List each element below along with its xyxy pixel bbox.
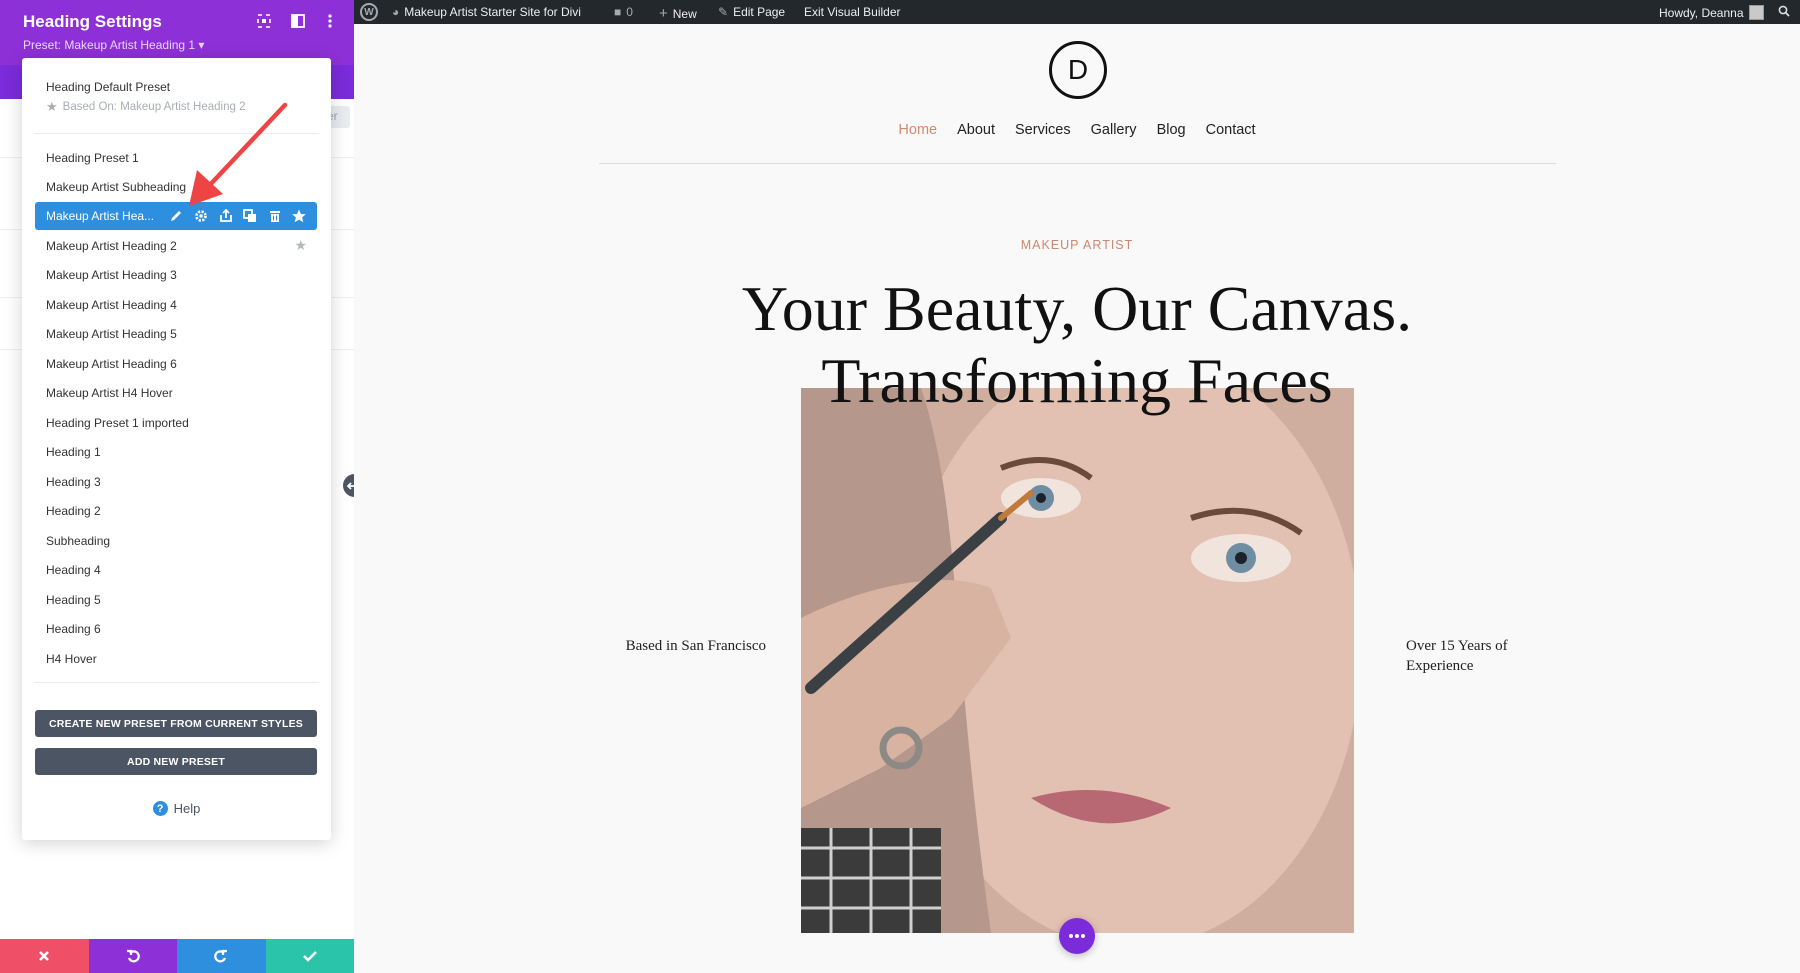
- preset-item[interactable]: Makeup Artist H4 Hover: [46, 386, 173, 400]
- undo-button[interactable]: [88, 939, 177, 973]
- export-icon[interactable]: [218, 208, 234, 224]
- preset-item[interactable]: Makeup Artist Heading 3: [46, 268, 177, 282]
- help-link[interactable]: ? Help: [22, 801, 331, 816]
- divider: [34, 133, 319, 134]
- help-icon: ?: [152, 801, 168, 816]
- location-text: Based in San Francisco: [625, 638, 766, 654]
- nav-link-gallery[interactable]: Gallery: [1091, 122, 1137, 138]
- main-nav: Home About Services Gallery Blog Contact: [354, 122, 1800, 138]
- check-icon: [302, 951, 317, 962]
- undo-icon: [126, 949, 140, 963]
- preset-item[interactable]: Heading 6: [46, 622, 101, 636]
- pencil-icon: ✎: [718, 5, 729, 19]
- preset-item[interactable]: Heading 2: [46, 504, 101, 518]
- nav-link-blog[interactable]: Blog: [1157, 122, 1186, 138]
- preset-item[interactable]: Heading 5: [46, 593, 101, 607]
- preset-dropdown: Heading Default Preset ★ Based On: Makeu…: [22, 58, 331, 840]
- new-link[interactable]: + New: [659, 5, 697, 22]
- plus-icon: +: [659, 5, 668, 22]
- active-preset-item[interactable]: Makeup Artist Hea...: [35, 202, 317, 230]
- page-preview: D Home About Services Gallery Blog Conta…: [354, 24, 1800, 973]
- site-logo[interactable]: D: [1049, 41, 1107, 99]
- preset-item[interactable]: Subheading: [46, 534, 110, 548]
- settings-gear-icon[interactable]: [193, 208, 209, 224]
- heading-settings-panel: Heading Settings Preset: Makeup Artist H…: [0, 0, 354, 973]
- add-new-preset-button[interactable]: ADD NEW PRESET: [35, 748, 317, 775]
- section-options-button[interactable]: [1059, 918, 1095, 954]
- trash-icon[interactable]: [267, 208, 283, 224]
- preset-selector[interactable]: Preset: Makeup Artist Heading 1 ▾: [23, 38, 204, 52]
- search-button[interactable]: [1778, 5, 1790, 17]
- layout-icon[interactable]: [290, 13, 308, 31]
- nav-link-home[interactable]: Home: [898, 122, 937, 138]
- preset-item[interactable]: Heading 3: [46, 475, 101, 489]
- create-preset-from-styles-button[interactable]: CREATE NEW PRESET FROM CURRENT STYLES: [35, 710, 317, 737]
- search-icon: [1778, 5, 1790, 17]
- hero-title-line-2: Transforming Faces: [821, 345, 1333, 416]
- edit-page-link[interactable]: ✎ Edit Page: [718, 5, 785, 19]
- duplicate-icon[interactable]: [242, 208, 258, 224]
- redo-button[interactable]: [177, 939, 266, 973]
- hero-eyebrow: MAKEUP ARTIST: [1020, 238, 1134, 252]
- preset-item[interactable]: Heading 1: [46, 445, 101, 459]
- star-icon[interactable]: [291, 208, 307, 224]
- preset-item[interactable]: Makeup Artist Subheading: [46, 180, 186, 194]
- fullscreen-icon[interactable]: [256, 13, 274, 31]
- preset-item[interactable]: H4 Hover: [46, 652, 97, 666]
- nav-link-contact[interactable]: Contact: [1206, 122, 1256, 138]
- panel-header: Heading Settings Preset: Makeup Artist H…: [0, 0, 354, 65]
- nav-link-about[interactable]: About: [957, 122, 995, 138]
- preset-item[interactable]: Makeup Artist Heading 5: [46, 327, 177, 341]
- comments-link[interactable]: ■ 0: [614, 5, 633, 19]
- discard-button[interactable]: [0, 939, 89, 973]
- panel-title: Heading Settings: [23, 12, 162, 31]
- avatar: [1748, 5, 1764, 20]
- preset-item[interactable]: Heading Preset 1 imported: [46, 416, 189, 430]
- preset-item[interactable]: Makeup Artist Heading 4: [46, 298, 177, 312]
- preset-item[interactable]: Heading 4: [46, 563, 101, 577]
- save-button[interactable]: [265, 939, 354, 973]
- site-name-link[interactable]: ◕ Makeup Artist Starter Site for Divi: [392, 5, 581, 19]
- wp-admin-bar: W ◕ Makeup Artist Starter Site for Divi …: [354, 0, 1800, 24]
- preset-item[interactable]: Makeup Artist Heading 6: [46, 357, 177, 371]
- edit-page-label: Edit Page: [733, 5, 786, 19]
- nav-link-services[interactable]: Services: [1015, 122, 1071, 138]
- default-preset-item[interactable]: Heading Default Preset: [46, 80, 170, 94]
- close-icon: [39, 951, 50, 961]
- more-options-icon[interactable]: [322, 13, 340, 31]
- help-label: Help: [173, 801, 201, 816]
- star-icon[interactable]: ★: [294, 237, 307, 254]
- exit-builder-label: Exit Visual Builder: [804, 5, 901, 19]
- exit-visual-builder-link[interactable]: Exit Visual Builder: [804, 5, 901, 19]
- based-on-label: ★ Based On: Makeup Artist Heading 2: [46, 99, 245, 115]
- preset-item[interactable]: Makeup Artist Heading 2: [46, 239, 177, 253]
- comment-icon: ■: [614, 5, 622, 19]
- experience-text: Over 15 Years of Experience: [1406, 638, 1508, 674]
- wordpress-logo-icon[interactable]: W: [360, 3, 378, 21]
- panel-action-bar: [0, 939, 354, 973]
- hero-title-line-1: Your Beauty, Our Canvas.: [741, 273, 1413, 344]
- divider: [34, 682, 319, 683]
- greeting: Howdy, Deanna: [1659, 5, 1744, 20]
- more-options-icon: [1069, 934, 1085, 938]
- edit-icon[interactable]: [168, 208, 184, 224]
- site-name: Makeup Artist Starter Site for Divi: [404, 5, 581, 19]
- star-icon: ★: [46, 99, 58, 114]
- dashboard-icon: ◕: [392, 5, 400, 19]
- account-menu[interactable]: Howdy, Deanna: [1659, 5, 1764, 20]
- active-preset-label: Makeup Artist Hea...: [46, 209, 155, 223]
- hero-photo: [801, 388, 1354, 933]
- divider: [599, 163, 1556, 164]
- redo-icon: [214, 949, 228, 963]
- new-label: New: [672, 6, 697, 21]
- preset-item[interactable]: Heading Preset 1: [46, 151, 139, 165]
- comments-count: 0: [626, 5, 633, 19]
- based-on-text: Based On: Makeup Artist Heading 2: [62, 101, 246, 113]
